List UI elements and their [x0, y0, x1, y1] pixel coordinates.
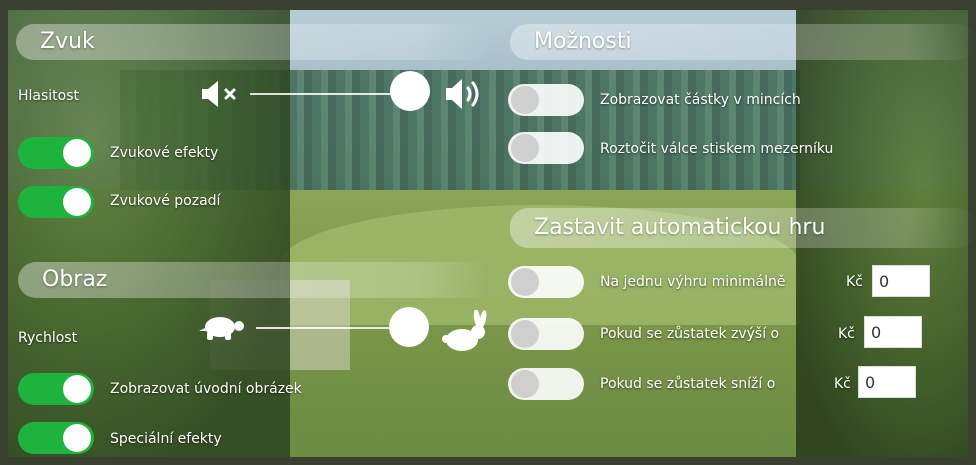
image-section-header: Obraz — [18, 262, 490, 298]
special-effects-label: Speciální efekty — [110, 431, 222, 447]
sound-effects-toggle[interactable] — [18, 137, 94, 169]
speed-slider-thumb[interactable] — [389, 307, 429, 347]
win-limit-input[interactable]: 0 — [872, 265, 930, 297]
coins-label: Zobrazovat částky v mincích — [600, 92, 801, 108]
intro-image-toggle[interactable] — [18, 373, 94, 405]
spacebar-spin-label: Roztočit válce stiskem mezerníku — [600, 141, 834, 157]
win-limit-currency: Kč — [846, 274, 863, 290]
win-limit-toggle[interactable] — [508, 266, 584, 298]
autoplay-section-header: Zastavit automatickou hru — [510, 208, 976, 248]
sound-effects-label: Zvukové efekty — [110, 145, 219, 161]
volume-label: Hlasitost — [18, 88, 80, 104]
coins-toggle[interactable] — [508, 84, 584, 116]
balance-down-currency: Kč — [834, 376, 851, 392]
spacebar-spin-toggle[interactable] — [508, 132, 584, 164]
special-effects-toggle[interactable] — [18, 422, 94, 454]
options-section-header: Možnosti — [510, 24, 976, 60]
volume-slider-thumb[interactable] — [390, 71, 431, 111]
turtle-icon[interactable] — [198, 312, 246, 342]
balance-down-input[interactable]: 0 — [858, 366, 916, 398]
sound-section-header: Zvuk — [16, 24, 490, 60]
rabbit-icon[interactable] — [440, 310, 490, 354]
volume-slider-track[interactable] — [250, 93, 410, 95]
speed-slider-track[interactable] — [256, 327, 410, 329]
speed-label: Rychlost — [18, 330, 78, 346]
balance-down-toggle[interactable] — [508, 368, 584, 400]
balance-up-currency: Kč — [838, 326, 855, 342]
balance-up-toggle[interactable] — [508, 318, 584, 350]
speaker-loud-icon[interactable] — [444, 76, 484, 112]
balance-up-label: Pokud se zůstatek zvýší o — [600, 326, 780, 342]
balance-up-input[interactable]: 0 — [864, 316, 922, 348]
background-sound-label: Zvukové pozadí — [110, 193, 221, 209]
intro-image-label: Zobrazovat úvodní obrázek — [110, 381, 302, 397]
speaker-mute-icon[interactable] — [200, 79, 242, 109]
win-limit-label: Na jednu výhru minimálně — [600, 274, 786, 290]
background-sound-toggle[interactable] — [18, 186, 94, 218]
balance-down-label: Pokud se zůstatek sníží o — [600, 376, 776, 392]
